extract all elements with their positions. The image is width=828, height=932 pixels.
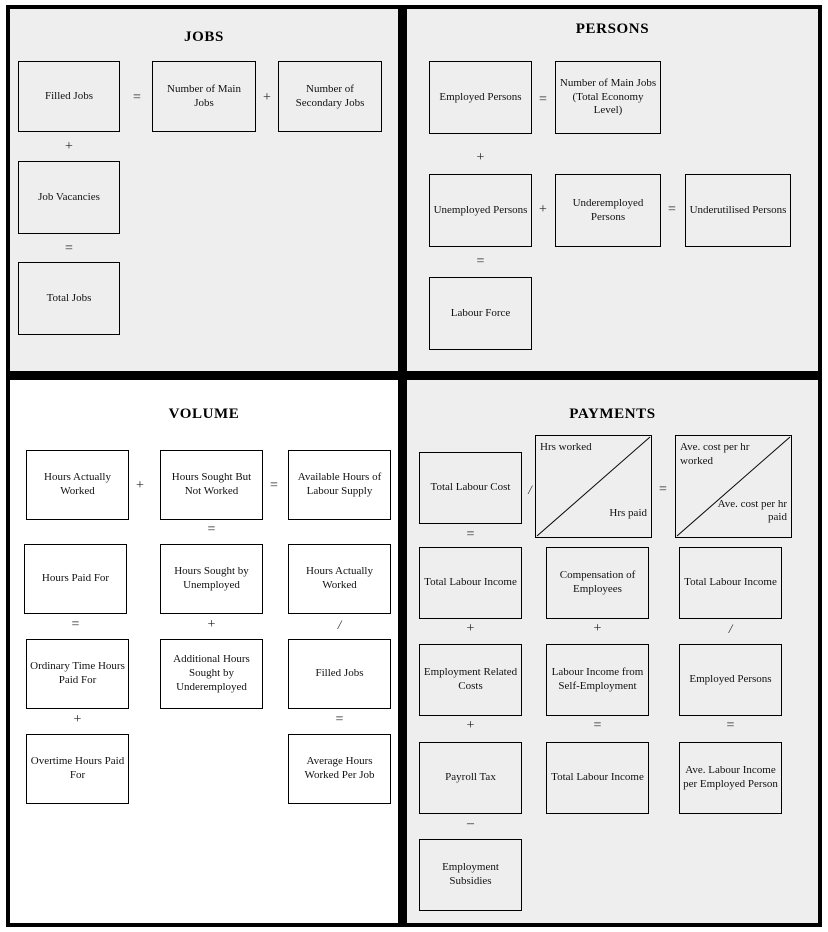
box-total-labour-cost: Total Labour Cost: [419, 452, 522, 524]
operator-divide-employed-persons: /: [728, 621, 733, 636]
operator-equals-hours-sought-by-unemployed: =: [207, 522, 216, 537]
quadrant-title-volume: VOLUME: [168, 406, 240, 422]
box-ordinary-time-hours-paid-for: Ordinary Time Hours Paid For: [26, 639, 129, 709]
operator-equals-underutilised: =: [668, 202, 676, 217]
box-hours-sought-but-not-worked: Hours Sought But Not Worked: [160, 450, 263, 520]
quadrant-payments: PAYMENTS Total Labour Cost / Hrs worked …: [407, 380, 818, 923]
operator-plus-hours-sought: +: [136, 478, 144, 493]
box-average-hours-worked-per-job: Average Hours Worked Per Job: [288, 734, 391, 804]
splitbox-ave-cost: Ave. cost per hr worked Ave. cost per hr…: [675, 435, 792, 538]
quadrant-volume: VOLUME Hours Actually Worked + Hours Sou…: [10, 380, 398, 923]
operator-equals-ave-cost: =: [659, 482, 667, 497]
box-total-labour-income-c: Total Labour Income: [679, 547, 782, 619]
vertical-divider: [398, 5, 407, 927]
quadrant-jobs: JOBS Filled Jobs = Number of Main Jobs +…: [10, 9, 398, 371]
operator-equals-total-labour-income-a: =: [466, 527, 475, 542]
operator-plus-job-vacancies: +: [65, 139, 73, 154]
box-unemployed-persons: Unemployed Persons: [429, 174, 532, 247]
operator-equals-total-labour-income-b: =: [593, 718, 602, 733]
box-job-vacancies: Job Vacancies: [18, 161, 120, 234]
operator-divide-filled-jobs: /: [337, 617, 342, 632]
box-employment-subsidies: Employment Subsidies: [419, 839, 522, 911]
operator-equals-main-jobs-total: =: [539, 92, 547, 107]
operator-equals-average-hours: =: [335, 712, 344, 727]
operator-equals-ave-labour-income: =: [726, 718, 735, 733]
quadrant-title-persons: PERSONS: [575, 21, 650, 37]
box-hours-actually-worked: Hours Actually Worked: [26, 450, 129, 520]
splitbox-hours-worked-paid: Hrs worked Hrs paid: [535, 435, 652, 538]
box-employed-persons-payments: Employed Persons: [679, 644, 782, 716]
box-total-labour-income-b: Total Labour Income: [546, 742, 649, 814]
operator-plus-payroll-tax: +: [466, 718, 475, 733]
operator-plus-self-employment-income: +: [593, 621, 602, 636]
operator-minus-employment-subsidies: –: [467, 816, 474, 831]
box-total-jobs: Total Jobs: [18, 262, 120, 335]
operator-equals-total-jobs: =: [65, 241, 73, 256]
operator-plus-secondary-jobs: +: [263, 90, 271, 105]
quadrant-persons: PERSONS Employed Persons = Number of Mai…: [407, 9, 818, 371]
box-compensation-of-employees: Compensation of Employees: [546, 547, 649, 619]
operator-plus-employment-related-costs: +: [466, 621, 475, 636]
box-available-hours-of-labour-supply: Available Hours of Labour Supply: [288, 450, 391, 520]
splitbox-hours-bottom-label: Hrs paid: [609, 507, 647, 520]
box-number-of-main-jobs: Number of Main Jobs: [152, 61, 256, 132]
labour-framework-diagram: JOBS Filled Jobs = Number of Main Jobs +…: [0, 0, 828, 932]
quadrant-title-payments: PAYMENTS: [569, 406, 656, 422]
box-hours-actually-worked-2: Hours Actually Worked: [288, 544, 391, 614]
operator-plus-underemployed: +: [539, 202, 547, 217]
operator-equals-main-jobs: =: [133, 90, 141, 105]
splitbox-ave-cost-top-label: Ave. cost per hr worked: [680, 441, 750, 467]
box-additional-hours-sought-by-underemployed: Additional Hours Sought by Underemployed: [160, 639, 263, 709]
box-hours-paid-for: Hours Paid For: [24, 544, 127, 614]
operator-equals-available-hours: =: [270, 478, 278, 493]
box-number-of-secondary-jobs: Number of Secondary Jobs: [278, 61, 382, 132]
box-labour-force: Labour Force: [429, 277, 532, 350]
splitbox-ave-cost-bottom-label: Ave. cost per hr paid: [717, 497, 787, 524]
box-labour-income-from-self-employment: Labour Income from Self-Employment: [546, 644, 649, 716]
operator-equals-labour-force: =: [476, 254, 485, 269]
box-underutilised-persons: Underutilised Persons: [685, 174, 791, 247]
box-number-of-main-jobs-total-economy: Number of Main Jobs (Total Economy Level…: [555, 61, 661, 134]
operator-equals-ordinary-time: =: [71, 617, 80, 632]
operator-plus-unemployed: +: [476, 150, 485, 165]
box-filled-jobs-volume: Filled Jobs: [288, 639, 391, 709]
box-ave-labour-income-per-employed-person: Ave. Labour Income per Employed Person: [679, 742, 782, 814]
box-overtime-hours-paid-for: Overtime Hours Paid For: [26, 734, 129, 804]
quadrant-title-jobs: JOBS: [184, 29, 224, 45]
splitbox-hours-top-label: Hrs worked: [540, 441, 592, 453]
box-payroll-tax: Payroll Tax: [419, 742, 522, 814]
operator-plus-additional-hours: +: [207, 617, 216, 632]
box-employed-persons: Employed Persons: [429, 61, 532, 134]
box-hours-sought-by-unemployed: Hours Sought by Unemployed: [160, 544, 263, 614]
box-filled-jobs: Filled Jobs: [18, 61, 120, 132]
box-employment-related-costs: Employment Related Costs: [419, 644, 522, 716]
horizontal-divider: [6, 371, 822, 380]
operator-plus-overtime-hours: +: [73, 712, 82, 727]
box-total-labour-income-a: Total Labour Income: [419, 547, 522, 619]
box-underemployed-persons: Underemployed Persons: [555, 174, 661, 247]
